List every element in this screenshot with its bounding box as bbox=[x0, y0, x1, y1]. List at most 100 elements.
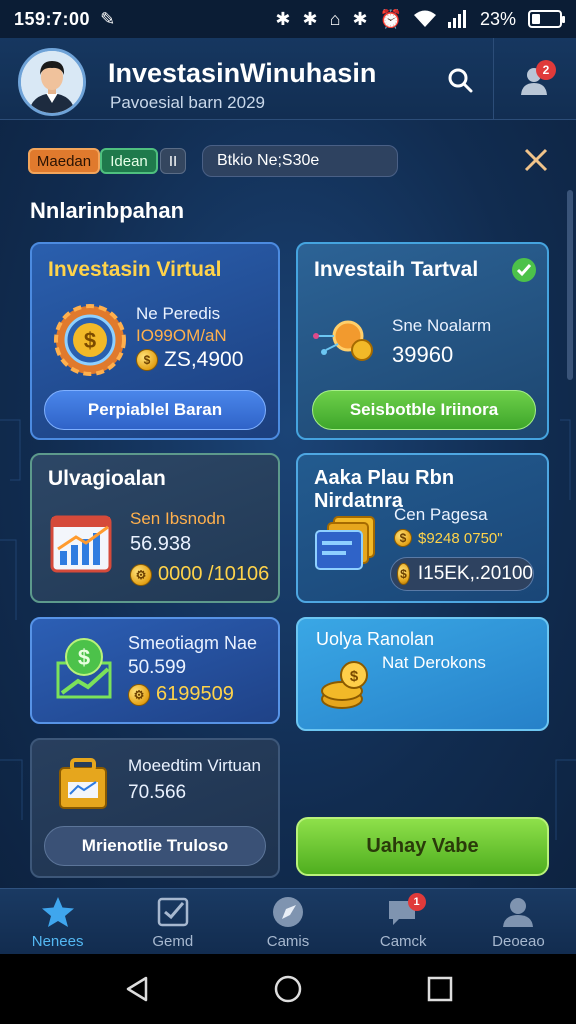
status-time: 159:7:00 bbox=[14, 8, 91, 29]
card-line1: Cen Pagesa bbox=[394, 505, 488, 524]
coin-gear-icon: $ bbox=[54, 304, 126, 376]
section-title: Nnlarinbpahan bbox=[30, 198, 185, 223]
card-line2-row: $ $9248 0750" bbox=[394, 529, 503, 547]
header-divider bbox=[493, 38, 494, 120]
system-nav-bar bbox=[0, 954, 576, 1024]
edit-icon: ✎ bbox=[100, 8, 116, 29]
scrollbar[interactable] bbox=[567, 190, 573, 380]
main-content: Maedan Idean II Btkio Ne;S30e Nnlarinbpa… bbox=[0, 120, 576, 888]
wallet-icon bbox=[315, 516, 375, 570]
money-growth-icon: $ bbox=[56, 638, 112, 699]
nav-item-games[interactable]: Gemd bbox=[115, 889, 230, 954]
card-action-button[interactable]: Seisbotble Iriinora bbox=[312, 390, 536, 430]
nav-label: Gemd bbox=[152, 933, 194, 950]
svg-text:$: $ bbox=[84, 328, 96, 353]
card-action-button[interactable]: Perpiablel Baran bbox=[44, 390, 266, 430]
card-line2: 56.938 bbox=[130, 533, 192, 555]
card-line2: IO99OM/aN bbox=[136, 326, 227, 345]
alarm-icon: ⏰ bbox=[379, 8, 402, 29]
cta-button[interactable]: Uahay Vabe bbox=[296, 817, 549, 876]
filter-chip-idean[interactable]: Idean bbox=[100, 148, 158, 174]
card-smeotiagm[interactable]: $ Smeotiagm Nae 50.599 ⚙ 6199509 bbox=[30, 617, 280, 724]
card-value-row: ⚙ 0000 /10106 bbox=[130, 563, 269, 586]
bluetooth-icon: ✱ bbox=[302, 8, 318, 29]
card-action-button[interactable]: Mrienotlie Truloso bbox=[44, 826, 266, 866]
profile-icon bbox=[503, 898, 534, 927]
card-line1: 50.599 bbox=[128, 657, 187, 678]
recents-icon[interactable] bbox=[425, 974, 455, 1004]
bluetooth-icon: ✱ bbox=[352, 8, 368, 29]
nav-label: Nenees bbox=[31, 933, 84, 950]
wifi-icon bbox=[413, 10, 436, 27]
card-line1: Nat Derokons bbox=[382, 653, 486, 672]
profile-notification-button[interactable]: 2 bbox=[512, 58, 556, 102]
gear-coins-icon bbox=[313, 320, 373, 361]
filter-chip-maedan[interactable]: Maedan bbox=[28, 148, 100, 174]
star-icon bbox=[41, 897, 74, 927]
card-value-row: ⚙ 6199509 bbox=[128, 683, 234, 706]
nfc-icon: ⌂ bbox=[329, 8, 341, 29]
back-icon[interactable] bbox=[122, 974, 152, 1004]
card-uolya-ranolan[interactable]: Uolya Ranolan Nat Derokons $ bbox=[296, 617, 549, 731]
card-title: Ulvagioalan bbox=[48, 467, 166, 490]
status-bar: 159:7:00 ✎ ✱ ✱ ⌂ ✱ ⏰ 23% bbox=[0, 0, 576, 38]
coin-icon: $ bbox=[136, 349, 158, 371]
home-icon[interactable] bbox=[273, 974, 303, 1004]
coin-icon: $ bbox=[394, 529, 412, 547]
svg-text:$: $ bbox=[78, 645, 90, 670]
card-title: Uolya Ranolan bbox=[316, 629, 435, 649]
filter-pill[interactable]: Btkio Ne;S30e bbox=[202, 145, 398, 177]
app-title: InvestasinWinuhasin bbox=[108, 58, 377, 88]
battery-percent: 23% bbox=[479, 8, 516, 29]
card-line1: Sne Noalarm bbox=[392, 316, 492, 335]
coin-stack-icon: $ bbox=[321, 661, 368, 709]
bluetooth-icon: ✱ bbox=[275, 8, 291, 29]
coin-icon: $ bbox=[397, 563, 410, 585]
card-value: 39960 bbox=[392, 342, 454, 367]
svg-text:$: $ bbox=[350, 668, 359, 685]
close-button[interactable] bbox=[520, 144, 552, 176]
compass-icon bbox=[273, 897, 303, 927]
nav-item-profile[interactable]: Deoeao bbox=[461, 889, 576, 954]
card-title: Smeotiagm Nae bbox=[128, 633, 258, 653]
card-investasin-virtual[interactable]: Investasin Virtual $ Ne Peredis IO99OM/a… bbox=[30, 242, 280, 440]
person-icon bbox=[21, 51, 83, 113]
coin-icon: ⚙ bbox=[128, 683, 150, 706]
card-line1: Ne Peredis bbox=[136, 304, 221, 323]
card-value: I15EK,.20100 bbox=[417, 563, 533, 584]
nav-badge: 1 bbox=[407, 893, 426, 911]
card-value-pill: $ I15EK,.20100 bbox=[390, 557, 534, 591]
nav-item-chat[interactable]: 1 Camck bbox=[346, 889, 461, 954]
card-title: Investaih Tartval bbox=[314, 258, 479, 281]
card-value: 6199509 bbox=[156, 683, 234, 705]
nav-label: Camck bbox=[379, 933, 427, 950]
card-value: ZS,4900 bbox=[164, 348, 244, 371]
card-investaih-tartval[interactable]: Investaih Tartval Sne Noalarm 39960 Seis… bbox=[296, 242, 549, 440]
app-subtitle: Pavoesial barn 2029 bbox=[110, 93, 266, 112]
filter-chip-extra[interactable]: II bbox=[160, 148, 186, 174]
close-icon bbox=[524, 148, 548, 172]
coin-icon: ⚙ bbox=[130, 563, 152, 586]
card-line2: $9248 0750" bbox=[418, 529, 503, 547]
nav-label: Deoeao bbox=[492, 933, 545, 950]
checklist-icon bbox=[157, 897, 189, 927]
search-button[interactable] bbox=[438, 58, 482, 102]
notification-badge: 2 bbox=[536, 60, 556, 80]
card-moeedtim-virtuan[interactable]: Moeedtim Virtuan 70.566 Mrienotlie Trulo… bbox=[30, 738, 280, 878]
growth-chart-icon bbox=[50, 515, 112, 573]
battery-icon bbox=[528, 10, 565, 28]
card-title: Moeedtim Virtuan bbox=[128, 756, 261, 775]
status-icons: ✱ ✱ ⌂ ✱ ⏰ 23% bbox=[275, 8, 565, 30]
card-title: Investasin Virtual bbox=[48, 258, 222, 281]
search-icon bbox=[448, 68, 473, 93]
avatar[interactable] bbox=[18, 48, 86, 116]
card-aaka-plau[interactable]: Aaka Plau Rbn Nirdatnra Cen Pagesa $ $92… bbox=[296, 453, 549, 603]
card-value-row: $ ZS,4900 bbox=[136, 348, 243, 372]
card-line1: 70.566 bbox=[128, 782, 187, 803]
app-header: InvestasinWinuhasin Pavoesial barn 2029 … bbox=[0, 38, 576, 120]
card-ulvagioalan[interactable]: Ulvagioalan Sen Ibsnodn 56.938 ⚙ 0000 /1… bbox=[30, 453, 280, 603]
check-circle-icon bbox=[512, 258, 536, 282]
nav-item-home[interactable]: Nenees bbox=[0, 889, 115, 954]
card-line1: Sen Ibsnodn bbox=[130, 509, 226, 528]
nav-item-explore[interactable]: Camis bbox=[230, 889, 345, 954]
